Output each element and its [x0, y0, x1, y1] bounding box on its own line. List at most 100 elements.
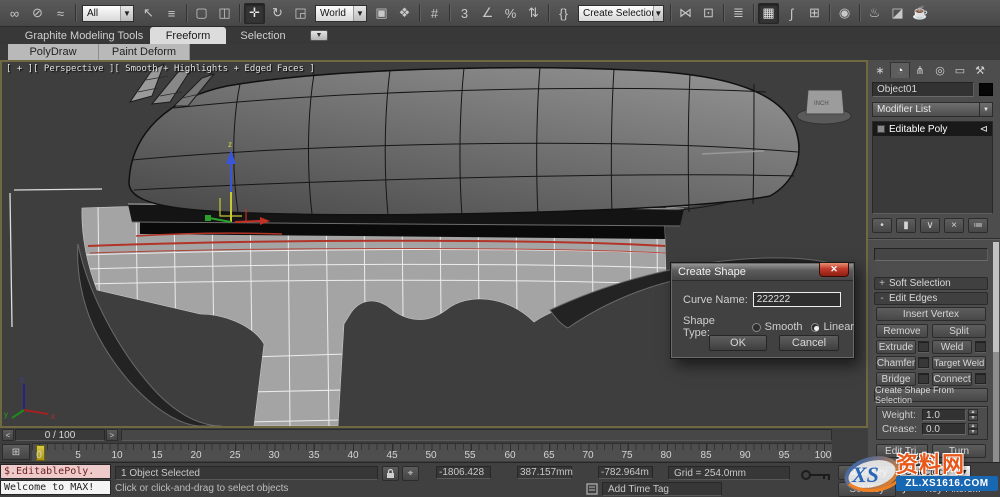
- crease-spinner[interactable]: ▲ ▼: [968, 423, 978, 435]
- frame-indicator[interactable]: 0 / 100: [15, 429, 105, 441]
- edit-named-sets-icon[interactable]: {}: [553, 3, 574, 24]
- select-and-link-icon[interactable]: ∞: [4, 3, 25, 24]
- linear-radio-label[interactable]: Linear: [823, 321, 854, 333]
- motion-tab-icon[interactable]: ◎: [930, 62, 950, 78]
- connect-settings-box[interactable]: [975, 373, 986, 384]
- material-editor-icon[interactable]: ◉: [834, 3, 855, 24]
- angle-snap-icon[interactable]: ∠: [477, 3, 498, 24]
- tab-freeform[interactable]: Freeform: [150, 27, 226, 44]
- create-shape-from-selection-button[interactable]: Create Shape From Selection: [874, 385, 988, 405]
- unlink-selection-icon[interactable]: ⊘: [27, 3, 48, 24]
- smooth-radio[interactable]: [751, 322, 761, 332]
- split-button[interactable]: Split: [932, 324, 986, 338]
- z-coordinate-field[interactable]: -782.964m: [598, 466, 653, 479]
- chamfer-settings-box[interactable]: [918, 357, 929, 368]
- measure-helper[interactable]: INCH: [796, 89, 852, 125]
- absolute-offset-icon[interactable]: ⌖: [402, 466, 419, 481]
- tab-selection[interactable]: Selection: [232, 27, 294, 44]
- chevron-down-icon[interactable]: ▼: [652, 5, 663, 21]
- keyboard-override-icon[interactable]: #: [424, 3, 445, 24]
- rect-selection-region-icon[interactable]: ▢: [191, 3, 212, 24]
- timeline-ruler[interactable]: 0 5 10 15 20 25 30 35 40 45 50 55 60 65 …: [32, 443, 832, 461]
- track-bar[interactable]: [121, 429, 832, 441]
- align-icon[interactable]: ⊡: [698, 3, 719, 24]
- selection-filter-dropdown[interactable]: All ▼: [82, 4, 134, 22]
- prev-frame-button[interactable]: <: [2, 429, 14, 441]
- select-object-icon[interactable]: ↖: [138, 3, 159, 24]
- chamfer-button[interactable]: Chamfer: [876, 356, 916, 370]
- schematic-view-icon[interactable]: ⊞: [804, 3, 825, 24]
- mini-curve-editor-button[interactable]: ⊞: [2, 444, 30, 460]
- utilities-tab-icon[interactable]: ⚒: [970, 62, 990, 78]
- scrollbar-thumb[interactable]: [993, 242, 999, 352]
- rollout-edit-edges[interactable]: - Edit Edges: [874, 292, 988, 305]
- listener-script-line[interactable]: Welcome to MAX!: [0, 480, 111, 495]
- hierarchy-tab-icon[interactable]: ⋔: [910, 62, 930, 78]
- stack-item-editable-poly[interactable]: Editable Poly ⊲: [873, 122, 992, 136]
- modifier-list-dropdown[interactable]: Modifier List ▼: [872, 102, 993, 117]
- mirror-icon[interactable]: ⋈: [675, 3, 696, 24]
- subtab-paint-deform[interactable]: Paint Deform: [99, 44, 190, 60]
- render-production-icon[interactable]: ☕: [910, 3, 931, 24]
- select-by-name-icon[interactable]: ≡: [161, 3, 182, 24]
- selection-lock-icon[interactable]: [382, 466, 399, 481]
- coord-system-dropdown[interactable]: World ▼: [315, 4, 367, 22]
- pin-stack-icon[interactable]: •: [872, 218, 892, 233]
- layer-manager-icon[interactable]: ≣: [728, 3, 749, 24]
- viewport-label[interactable]: [ + ][ Perspective ][ Smooth + Highlight…: [6, 64, 315, 74]
- create-tab-icon[interactable]: ∗: [870, 62, 890, 78]
- object-name-field[interactable]: Object01: [872, 82, 974, 97]
- configure-modifier-sets-icon[interactable]: ≔: [968, 218, 988, 233]
- tab-graphite-modeling-tools[interactable]: Graphite Modeling Tools: [18, 27, 150, 44]
- render-setup-icon[interactable]: ♨: [864, 3, 885, 24]
- modify-tab-icon[interactable]: ◔: [890, 62, 910, 78]
- named-selection-set-dropdown[interactable]: Create Selection Se ▼: [578, 4, 664, 22]
- show-end-result-icon[interactable]: ▮: [896, 218, 916, 233]
- ribbon-toggle-icon[interactable]: ▦: [758, 2, 779, 24]
- weld-button[interactable]: Weld: [932, 340, 972, 354]
- listener-macro-line[interactable]: $.EditablePoly.: [0, 464, 111, 479]
- x-coordinate-field[interactable]: -1806.428: [436, 466, 491, 479]
- use-pivot-center-icon[interactable]: ▣: [371, 3, 392, 24]
- weight-field[interactable]: 1.0: [922, 409, 966, 421]
- rollout-soft-selection[interactable]: + Soft Selection: [874, 277, 988, 290]
- rendered-frame-icon[interactable]: ◪: [887, 3, 908, 24]
- connect-button[interactable]: Connect: [932, 372, 972, 386]
- subtab-polydraw[interactable]: PolyDraw: [8, 44, 99, 60]
- percent-snap-icon[interactable]: %: [500, 3, 521, 24]
- weld-settings-box[interactable]: [975, 341, 986, 352]
- close-icon[interactable]: ✕: [819, 263, 849, 277]
- curve-editor-icon[interactable]: ∫: [781, 3, 802, 24]
- collapse-icon[interactable]: -: [875, 293, 889, 304]
- window-crossing-icon[interactable]: ◫: [214, 3, 235, 24]
- make-unique-icon[interactable]: ∨: [920, 218, 940, 233]
- expand-icon[interactable]: +: [875, 278, 889, 289]
- extrude-settings-box[interactable]: [918, 341, 929, 352]
- curve-name-input[interactable]: [752, 292, 841, 307]
- viewport-canvas[interactable]: INCH z z y x: [2, 62, 866, 427]
- insert-vertex-button[interactable]: Insert Vertex: [876, 307, 986, 321]
- remove-modifier-icon[interactable]: ×: [944, 218, 964, 233]
- cancel-button[interactable]: Cancel: [779, 335, 839, 351]
- modifier-stack[interactable]: Editable Poly ⊲: [872, 121, 993, 214]
- select-and-rotate-icon[interactable]: ↻: [267, 3, 288, 24]
- crease-field[interactable]: 0.0: [922, 423, 966, 435]
- remove-button[interactable]: Remove: [876, 324, 928, 338]
- y-coordinate-field[interactable]: 387.157mm: [517, 466, 573, 479]
- chevron-down-icon[interactable]: ▼: [120, 5, 133, 21]
- snap-toggle-3d-icon[interactable]: 3: [454, 3, 475, 24]
- select-and-manipulate-icon[interactable]: ❖: [394, 3, 415, 24]
- time-tag-icon[interactable]: [586, 483, 598, 495]
- bridge-button[interactable]: Bridge: [876, 372, 916, 386]
- linear-radio[interactable]: [810, 322, 820, 332]
- select-and-scale-icon[interactable]: ◲: [290, 3, 311, 24]
- smooth-radio-label[interactable]: Smooth: [765, 321, 803, 333]
- ok-button[interactable]: OK: [709, 335, 767, 351]
- weight-spinner[interactable]: ▲ ▼: [968, 409, 978, 421]
- perspective-viewport[interactable]: [ + ][ Perspective ][ Smooth + Highlight…: [0, 60, 868, 428]
- display-tab-icon[interactable]: ▭: [950, 62, 970, 78]
- bridge-settings-box[interactable]: [918, 373, 929, 384]
- target-weld-button[interactable]: Target Weld: [932, 356, 986, 370]
- chevron-down-icon[interactable]: ▼: [353, 5, 366, 21]
- next-frame-button[interactable]: >: [106, 429, 118, 441]
